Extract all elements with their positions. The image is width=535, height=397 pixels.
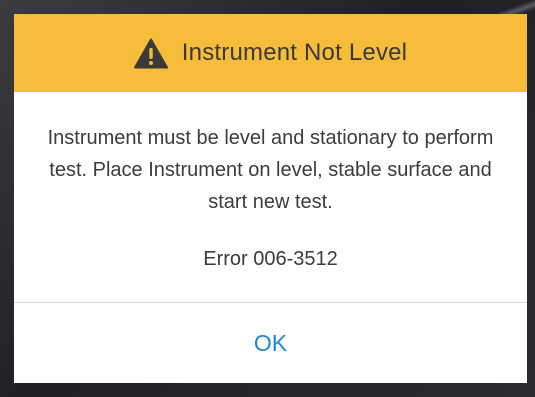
error-code: Error 006-3512 <box>203 248 338 270</box>
dialog-header: Instrument Not Level <box>14 14 527 92</box>
dialog-message: Instrument must be level and stationary … <box>47 127 494 213</box>
dialog-title: Instrument Not Level <box>181 39 408 66</box>
ok-button[interactable]: OK <box>14 303 527 383</box>
warning-triangle-icon <box>133 38 168 68</box>
dialog-body: Instrument must be level and stationary … <box>14 92 527 302</box>
alert-dialog: Instrument Not Level Instrument must be … <box>14 14 527 383</box>
